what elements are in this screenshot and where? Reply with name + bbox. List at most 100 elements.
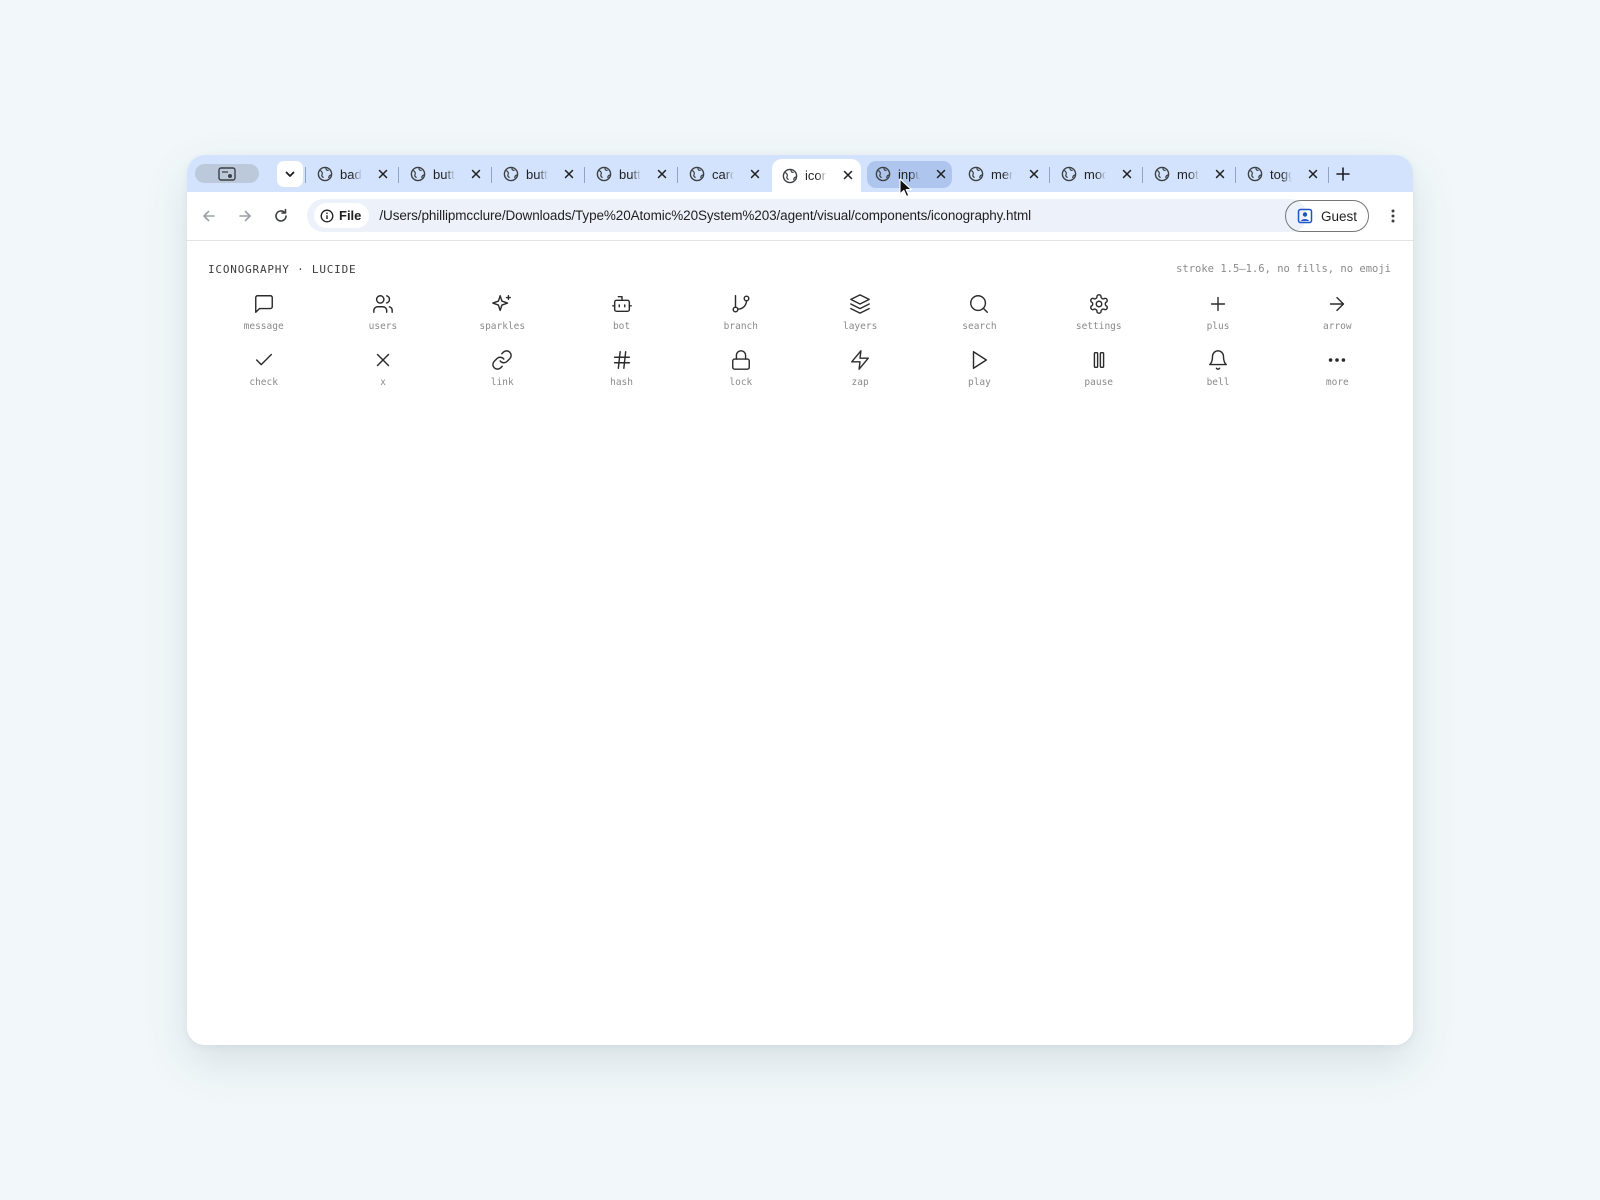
address-bar[interactable]: File /Users/phillipmcclure/Downloads/Typ… <box>307 199 1307 232</box>
icon-label: bell <box>1206 377 1230 388</box>
search-icon <box>970 295 989 313</box>
branch-icon <box>732 295 750 313</box>
icon-label: search <box>962 321 997 332</box>
lock-icon <box>731 350 750 370</box>
tab-separator <box>677 167 678 183</box>
tab-title: buttons <box>619 166 641 182</box>
icon-label: more <box>1325 377 1349 388</box>
globe-icon <box>503 166 519 182</box>
icon-label: plus <box>1206 321 1230 332</box>
site-info-chip[interactable]: File <box>314 203 370 228</box>
icon-label: zap <box>851 377 869 388</box>
reload-button[interactable] <box>269 204 293 228</box>
close-icon[interactable] <box>376 167 390 181</box>
arrow-right-icon <box>239 210 251 222</box>
more-vertical-icon <box>1391 209 1395 223</box>
more-icon <box>1329 358 1346 362</box>
icon-grid: message users sparkles bot branch layers searc… <box>204 293 1397 393</box>
icon-cell-lock: lock <box>681 349 800 393</box>
icon-cell-check: check <box>204 349 323 393</box>
icon-label: link <box>490 377 514 388</box>
tab-1[interactable]: badges <box>307 160 396 188</box>
close-icon[interactable] <box>1213 167 1227 181</box>
icon-label: message <box>243 321 284 332</box>
close-icon[interactable] <box>841 168 855 182</box>
icon-cell-message: message <box>204 293 323 337</box>
icon-cell-search: search <box>920 293 1039 337</box>
icon-cell-settings: settings <box>1039 293 1158 337</box>
icon-label: pause <box>1084 377 1114 388</box>
settings-icon <box>1089 294 1108 314</box>
icon-label: hash <box>610 377 633 388</box>
tab-3[interactable]: buttons <box>493 160 582 188</box>
close-icon[interactable] <box>469 167 483 181</box>
tab-separator <box>1142 167 1143 183</box>
tab-separator <box>491 167 492 183</box>
tab-separator <box>305 167 306 183</box>
scheme-label: File <box>339 208 362 223</box>
icon-label: lock <box>729 377 753 388</box>
tab-8[interactable]: menus <box>958 160 1047 188</box>
icon-cell-bot: bot <box>562 293 681 337</box>
mouse-cursor-icon <box>899 178 913 198</box>
globe-icon <box>317 166 333 182</box>
x-icon <box>376 353 390 367</box>
icon-cell-sparkles: sparkles <box>443 293 562 337</box>
globe-icon <box>1154 166 1170 182</box>
tab-strip: badges buttons buttons buttons cards iconogra… <box>187 155 1413 192</box>
tab-title: motion <box>1177 166 1199 182</box>
users-icon <box>373 295 393 313</box>
tab-title: menus <box>991 166 1013 182</box>
icon-label: settings <box>1075 321 1122 332</box>
tab-separator <box>1328 167 1329 183</box>
reload-icon <box>275 208 287 222</box>
close-icon[interactable] <box>655 167 669 181</box>
browser-menu-button[interactable] <box>1381 204 1405 228</box>
tab-title: buttons <box>433 166 455 182</box>
tab-6[interactable]: iconography <box>772 159 861 192</box>
globe-icon <box>782 168 798 184</box>
close-icon[interactable] <box>1306 167 1320 181</box>
tab-2[interactable]: buttons <box>400 160 489 188</box>
tab-search-button[interactable] <box>195 164 259 183</box>
icon-label: x <box>380 377 386 388</box>
page-title: ICONOGRAPHY · LUCIDE <box>208 263 357 276</box>
icon-label: layers <box>842 321 878 332</box>
close-icon[interactable] <box>1120 167 1134 181</box>
tab-11[interactable]: toggles <box>1237 160 1326 188</box>
url-text[interactable]: /Users/phillipmcclure/Downloads/Type%20A… <box>379 208 1031 223</box>
profile-button[interactable]: Guest <box>1285 200 1369 232</box>
icon-cell-arrow: arrow <box>1278 293 1397 337</box>
icon-cell-more: more <box>1278 349 1397 393</box>
close-icon[interactable] <box>748 167 762 181</box>
tab-title: buttons <box>526 166 548 182</box>
tab-10[interactable]: motion <box>1144 160 1233 188</box>
tab-4[interactable]: buttons <box>586 160 675 188</box>
close-icon[interactable] <box>562 167 576 181</box>
tab-9[interactable]: modals <box>1051 160 1140 188</box>
tab-5[interactable]: cards <box>679 160 768 188</box>
message-icon <box>254 295 273 313</box>
icon-label: check <box>249 377 278 388</box>
tab-list-button[interactable] <box>277 161 303 187</box>
forward-button[interactable] <box>233 204 257 228</box>
close-icon[interactable] <box>934 167 948 181</box>
close-icon[interactable] <box>1027 167 1041 181</box>
back-button[interactable] <box>197 204 221 228</box>
globe-icon <box>596 166 612 182</box>
tab-title: toggles <box>1270 166 1292 182</box>
globe-icon <box>689 166 705 182</box>
globe-icon <box>1061 166 1077 182</box>
globe-icon <box>410 166 426 182</box>
tab-separator <box>584 167 585 183</box>
arrow-left-icon <box>203 210 215 222</box>
icon-cell-layers: layers <box>800 293 919 337</box>
new-tab-button[interactable] <box>1331 162 1355 186</box>
plus-icon <box>1336 167 1350 181</box>
icon-cell-pause: pause <box>1039 349 1158 393</box>
icon-label: play <box>967 377 991 388</box>
bot-icon <box>611 295 632 313</box>
check-icon <box>255 353 272 366</box>
page-header: ICONOGRAPHY · LUCIDE stroke 1.5–1.6, no … <box>208 263 1391 276</box>
tab-search-icon <box>218 166 236 181</box>
